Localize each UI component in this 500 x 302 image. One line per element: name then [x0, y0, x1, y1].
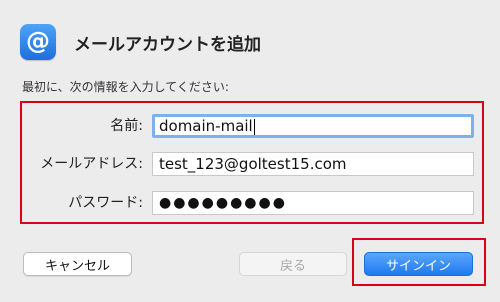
email-label: メールアドレス: — [40, 156, 143, 172]
password-field[interactable]: ●●●●●●●●● — [152, 191, 474, 215]
text-caret — [253, 118, 255, 135]
name-value: domain-mail — [159, 117, 253, 135]
mail-at-icon: @ — [20, 24, 56, 60]
header: @ メールアカウントを追加 — [20, 24, 261, 60]
email-row: メールアドレス: test_123@goltest15.com — [0, 152, 474, 176]
password-label: パスワード: — [68, 195, 143, 211]
name-row: 名前: domain-mail — [0, 114, 474, 138]
password-row: パスワード: ●●●●●●●●● — [0, 191, 474, 215]
name-label: 名前: — [110, 118, 143, 134]
at-glyph: @ — [26, 27, 50, 55]
instruction-text: 最初に、次の情報を入力してください: — [22, 80, 229, 94]
dialog-title: メールアカウントを追加 — [74, 34, 261, 55]
signin-button[interactable]: サインイン — [364, 252, 473, 276]
name-field[interactable]: domain-mail — [152, 114, 474, 138]
email-field[interactable]: test_123@goltest15.com — [152, 152, 474, 176]
back-button[interactable]: 戻る — [239, 252, 347, 276]
cancel-button[interactable]: キャンセル — [23, 252, 132, 276]
